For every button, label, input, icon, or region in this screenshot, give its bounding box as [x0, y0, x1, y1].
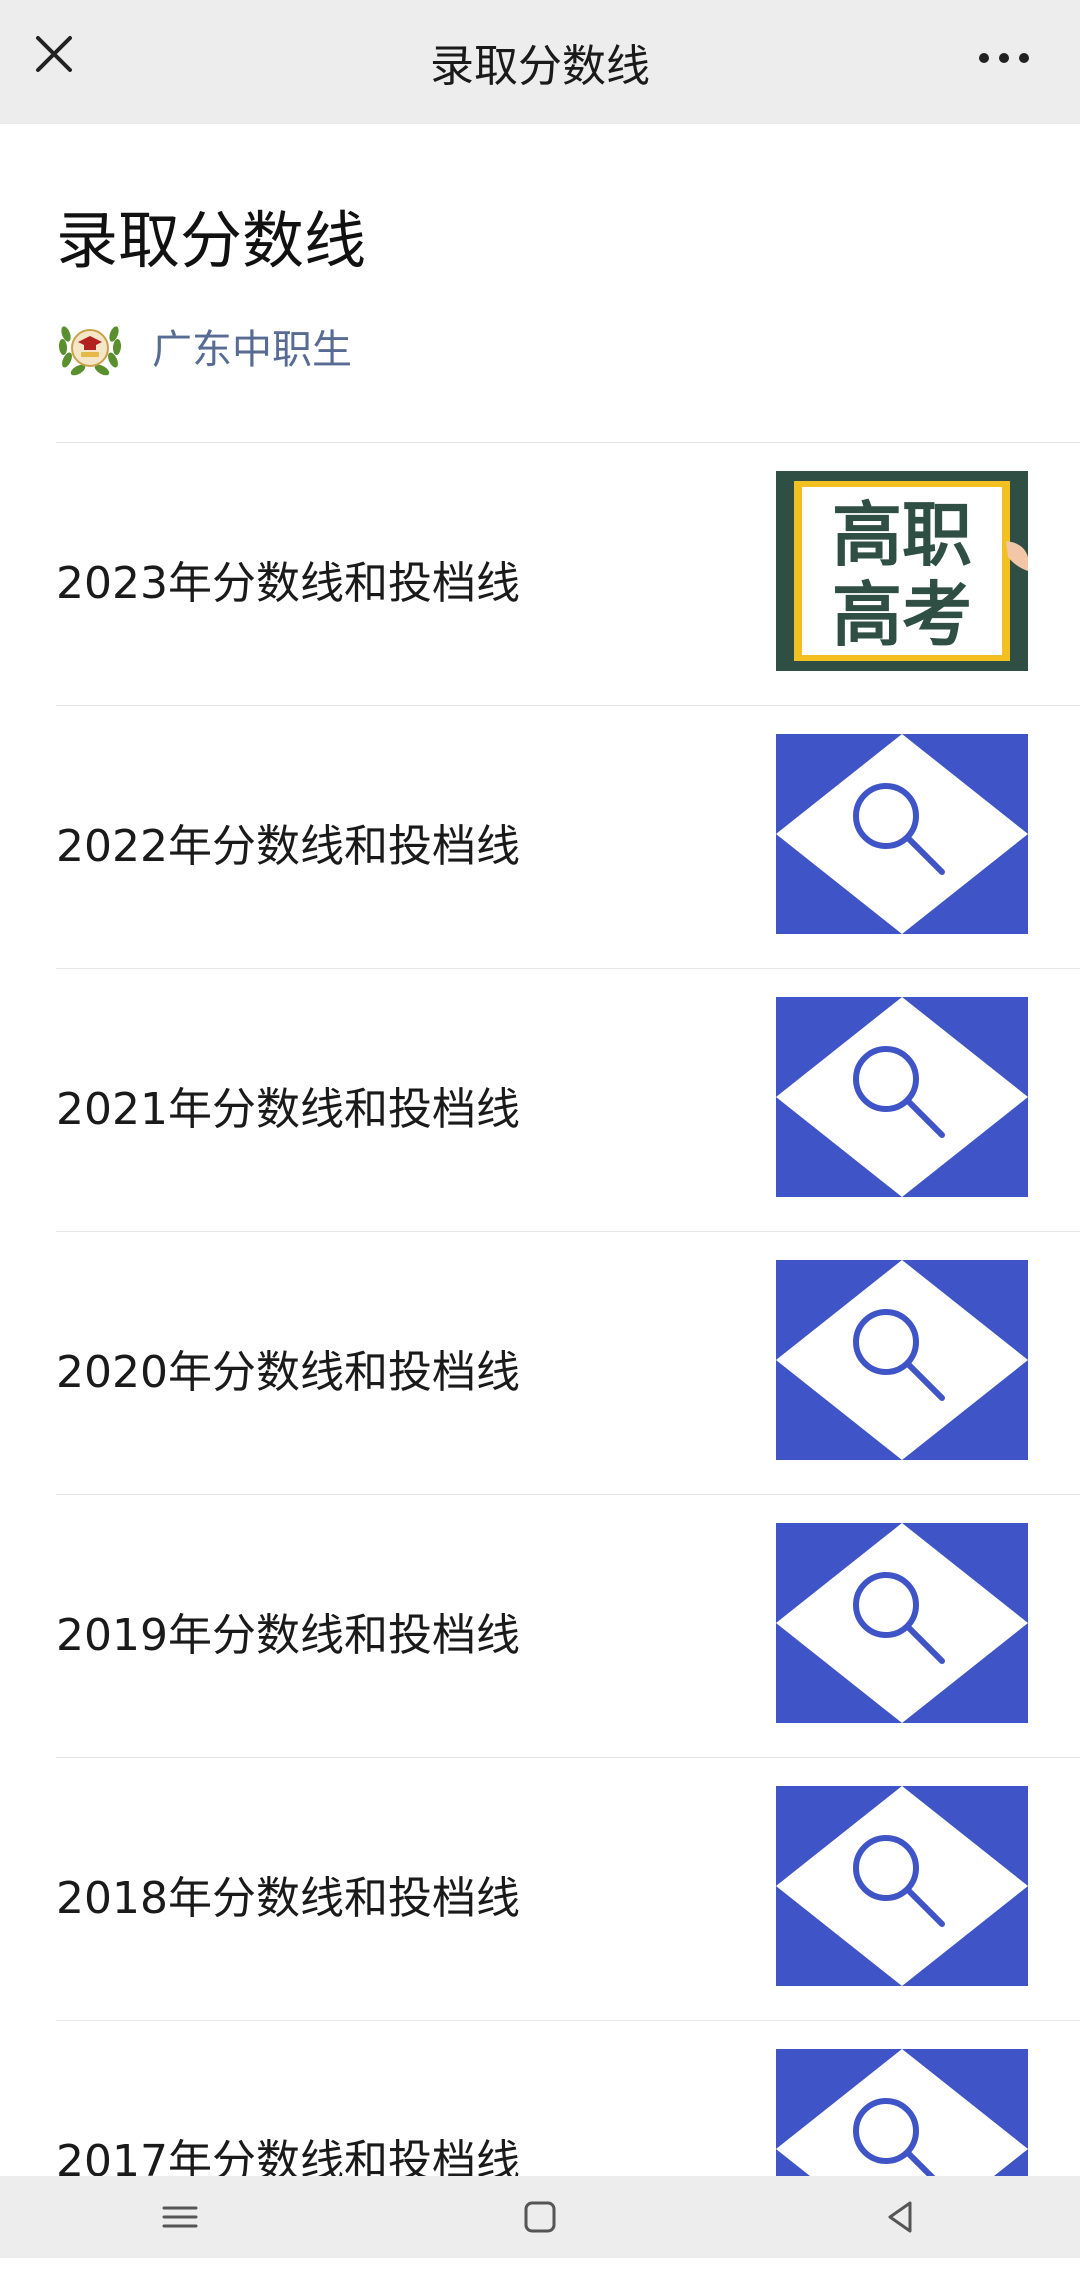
- list-item-2022[interactable]: 2022年分数线和投档线: [56, 705, 1080, 968]
- thumbnail-search: [776, 1786, 1028, 1986]
- list-item-label: 2020年分数线和投档线: [56, 1347, 520, 1398]
- laurel-graduation-cap-icon: [58, 326, 122, 376]
- thumbnail-search: [776, 734, 1028, 934]
- thumbnail-search: [776, 1260, 1028, 1460]
- search-thumbnail-icon: [776, 1786, 1028, 1986]
- list-item-2023[interactable]: 2023年分数线和投档线 高职 高考: [56, 442, 1080, 705]
- list-item-label: 2023年分数线和投档线: [56, 558, 520, 609]
- menu-button[interactable]: [120, 2176, 240, 2258]
- home-icon: [524, 2201, 556, 2233]
- list-item-2018[interactable]: 2018年分数线和投档线: [56, 1757, 1080, 2020]
- list-item-2019[interactable]: 2019年分数线和投档线: [56, 1494, 1080, 1757]
- list-item-label: 2019年分数线和投档线: [56, 1610, 520, 1661]
- score-list: 2023年分数线和投档线 高职 高考 2022年分数线和投档线 2021年分数线…: [56, 442, 1080, 2283]
- account-link[interactable]: 广东中职生: [56, 314, 352, 378]
- list-item-2021[interactable]: 2021年分数线和投档线: [56, 968, 1080, 1231]
- more-button[interactable]: [968, 26, 1040, 90]
- list-item-label: 2022年分数线和投档线: [56, 821, 520, 872]
- poster-text-line1: 高职: [832, 494, 972, 576]
- poster-text-line2: 高考: [832, 574, 972, 656]
- more-icon: [979, 53, 1029, 63]
- list-item-label: 2018年分数线和投档线: [56, 1873, 520, 1924]
- title-bar: 录取分数线: [0, 0, 1080, 124]
- thumbnail-poster: 高职 高考: [776, 471, 1028, 671]
- thumbnail-search: [776, 1523, 1028, 1723]
- back-icon: [888, 2201, 912, 2233]
- close-icon: [36, 36, 72, 72]
- list-item-2020[interactable]: 2020年分数线和投档线: [56, 1231, 1080, 1494]
- account-name: 广东中职生: [152, 327, 352, 373]
- poster-image: 高职 高考: [776, 471, 1028, 671]
- thumbnail-search: [776, 997, 1028, 1197]
- search-thumbnail-icon: [776, 1260, 1028, 1460]
- search-thumbnail-icon: [776, 1523, 1028, 1723]
- close-button[interactable]: [22, 22, 86, 86]
- page-title: 录取分数线: [56, 204, 367, 277]
- home-button[interactable]: [480, 2176, 600, 2258]
- topbar-title: 录取分数线: [430, 41, 650, 92]
- list-item-label: 2021年分数线和投档线: [56, 1084, 520, 1135]
- back-button[interactable]: [840, 2176, 960, 2258]
- search-thumbnail-icon: [776, 997, 1028, 1197]
- menu-icon: [162, 2206, 198, 2228]
- search-thumbnail-icon: [776, 734, 1028, 934]
- system-navigation-bar: [0, 2176, 1080, 2258]
